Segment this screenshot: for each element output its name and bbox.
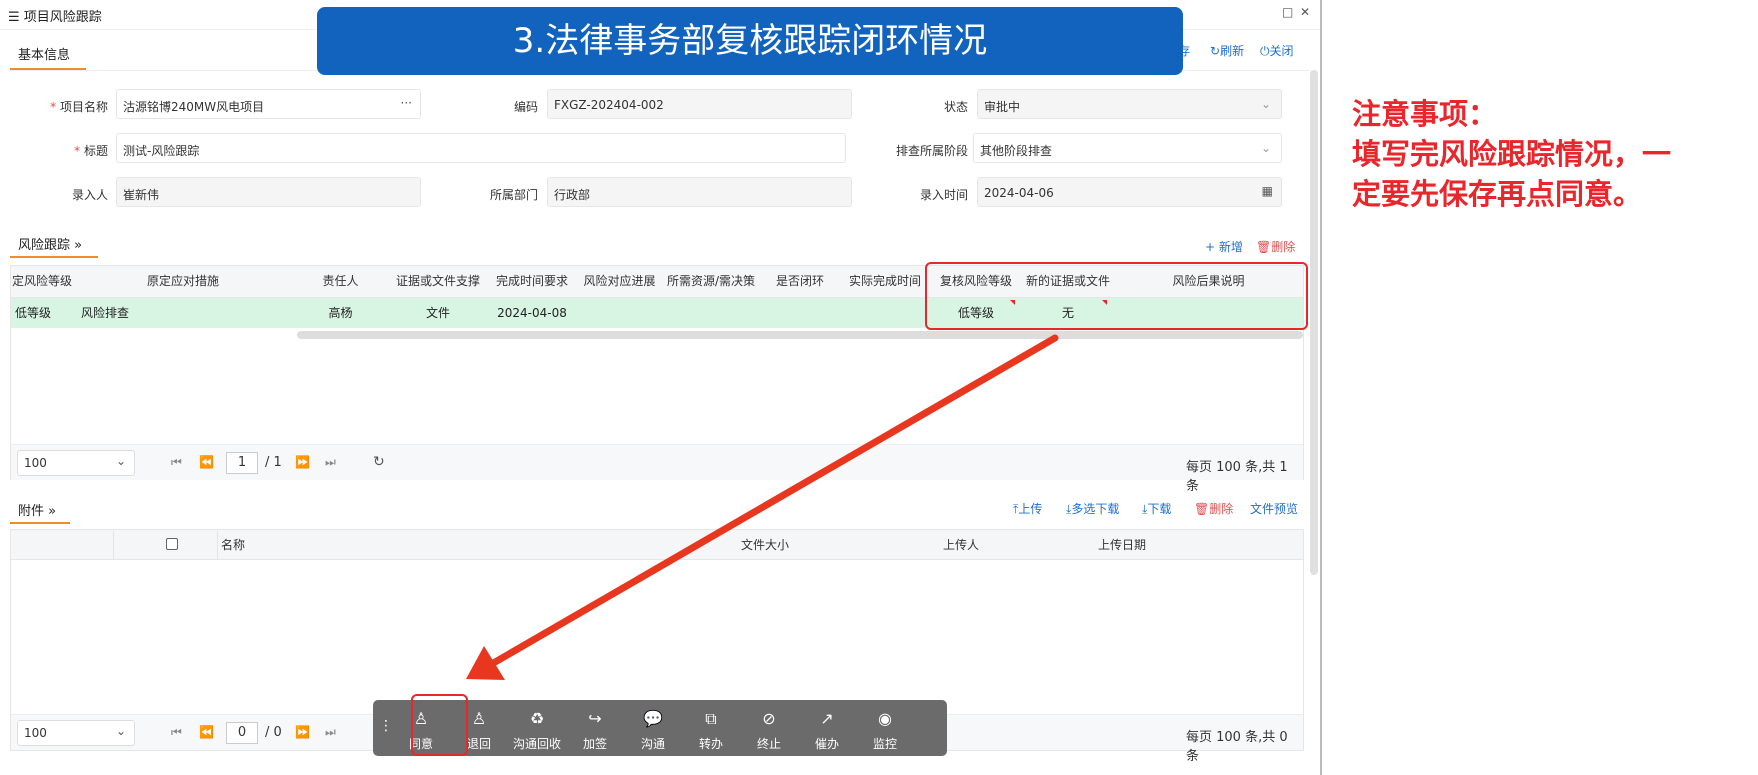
monitor-button[interactable]: ◉ 监控 xyxy=(857,700,913,756)
recycle-icon: ♻ xyxy=(529,709,545,728)
ban-icon: ⊘ xyxy=(762,709,776,728)
transfer-icon: ⧉ xyxy=(705,709,717,728)
note-line: 注意事项： xyxy=(1352,97,1498,131)
urge-button[interactable]: ↗ 催办 xyxy=(799,700,855,756)
add-sign-button[interactable]: ↪ 加签 xyxy=(567,700,623,756)
chat-icon: 💬 xyxy=(643,709,663,728)
note-line: 定要先保存再点同意。 xyxy=(1352,177,1643,211)
note-line: 填写完风险跟踪情况，一 xyxy=(1352,137,1672,171)
external-link-icon: ↗ xyxy=(820,709,834,728)
communicate-button[interactable]: 💬 沟通 xyxy=(625,700,681,756)
note-text: 注意事项： 填写完风险跟踪情况，一 定要先保存再点同意。 xyxy=(1352,94,1752,214)
recall-button[interactable]: ♻ 沟通回收 xyxy=(509,700,565,756)
more-vertical-icon[interactable]: ⋮ xyxy=(379,718,393,734)
agree-highlight-box xyxy=(411,694,468,756)
transfer-button[interactable]: ⧉ 转办 xyxy=(683,700,739,756)
eye-icon: ◉ xyxy=(878,709,892,728)
share-icon: ↪ xyxy=(588,709,602,728)
terminate-button[interactable]: ⊘ 终止 xyxy=(741,700,797,756)
